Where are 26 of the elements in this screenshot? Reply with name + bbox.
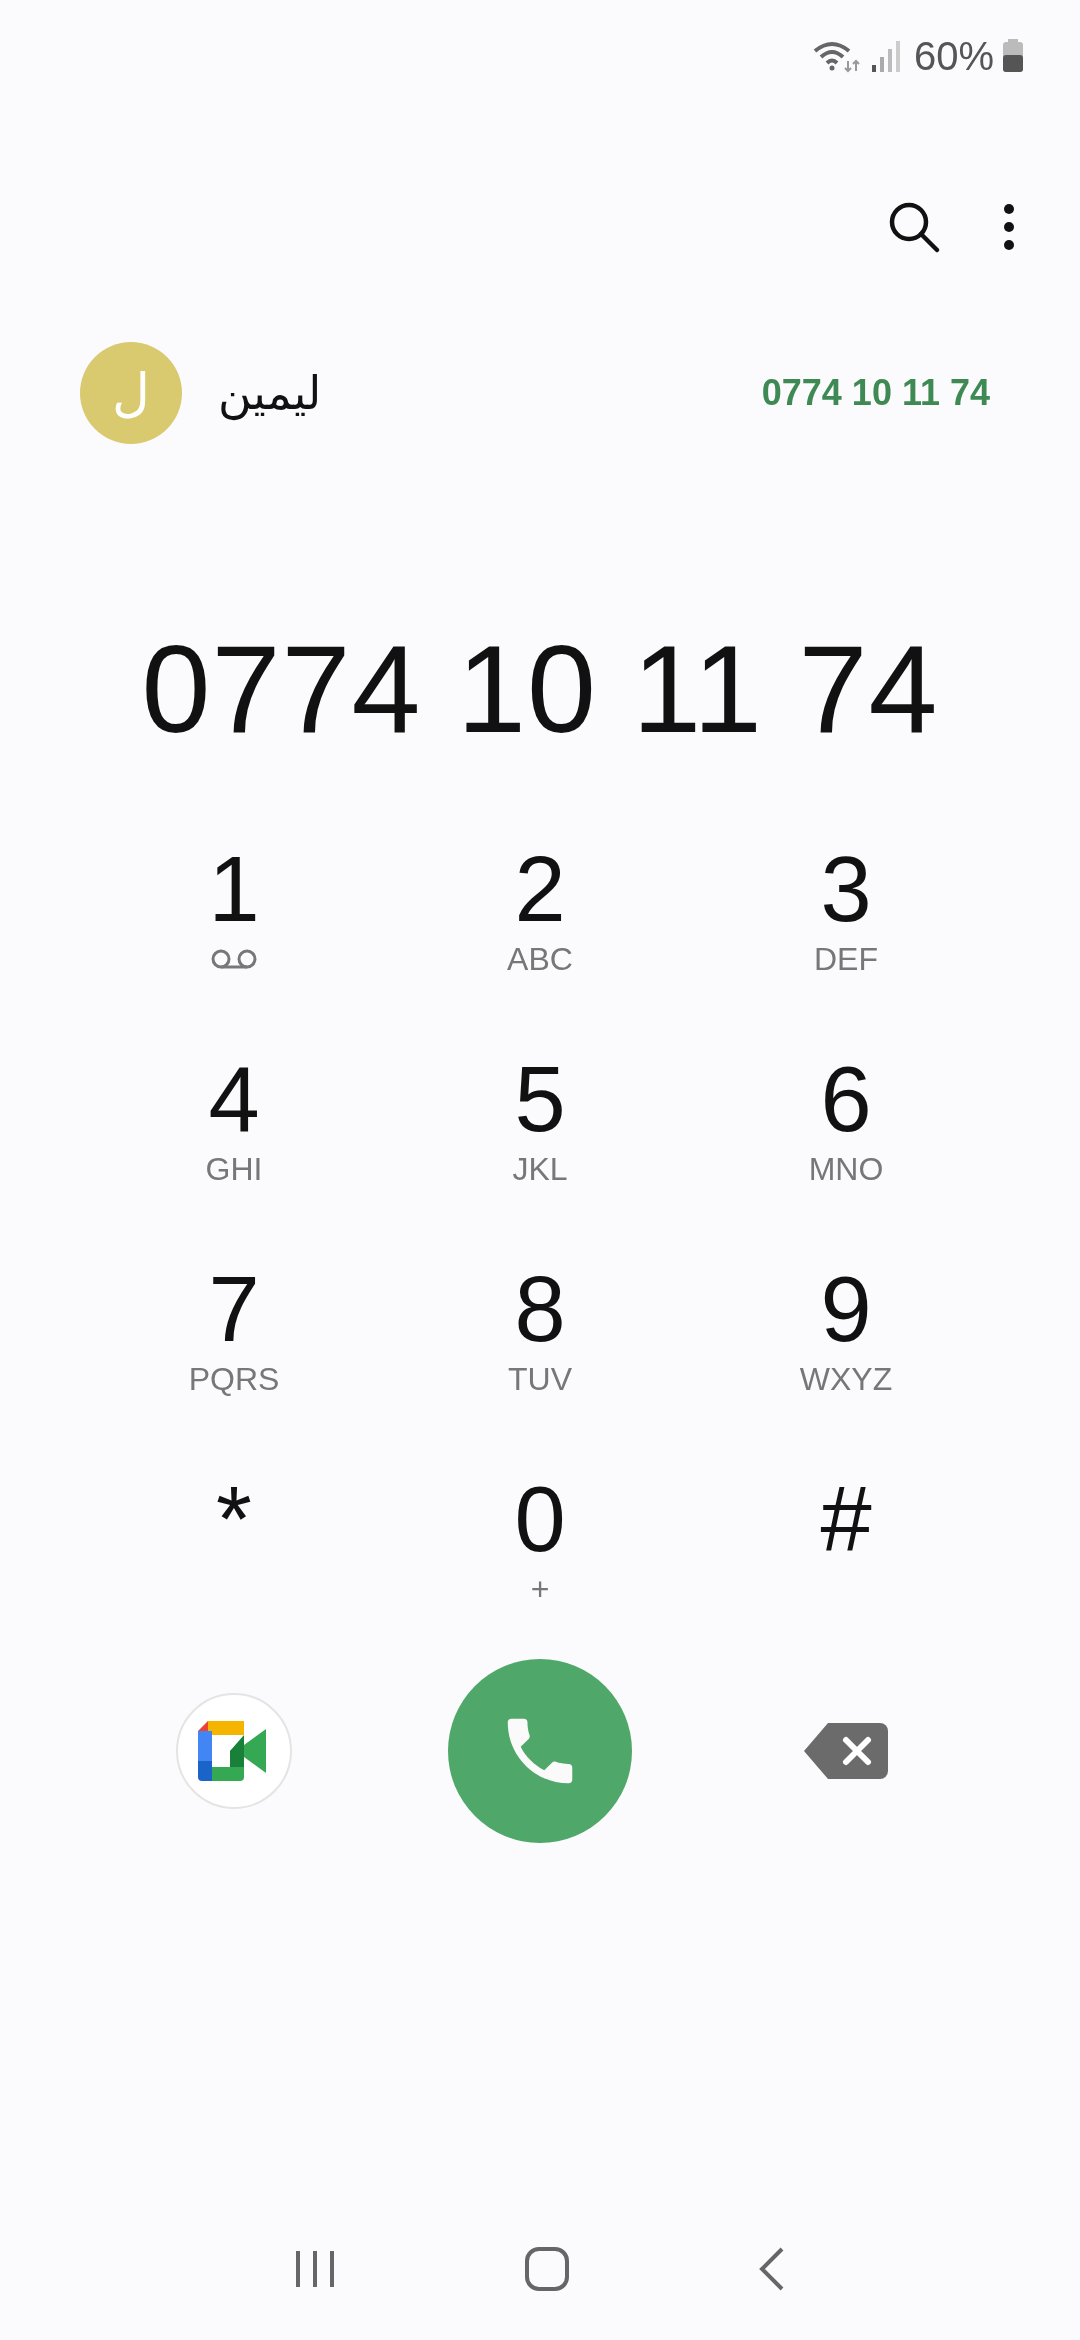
more-options-icon[interactable] (1002, 202, 1016, 252)
dial-key[interactable]: 4 GHI (81, 1049, 387, 1229)
dial-key[interactable]: 2 ABC (387, 839, 693, 1019)
dial-key[interactable]: 0 + (387, 1469, 693, 1649)
dial-key[interactable]: 5 JKL (387, 1049, 693, 1229)
dial-key[interactable]: 1 (81, 839, 387, 1019)
contact-number: 0774 10 11 74 (761, 372, 990, 414)
battery-icon (1002, 39, 1024, 73)
wifi-icon (811, 39, 862, 73)
dial-key[interactable]: 3 DEF (693, 839, 999, 1019)
dialed-number: 0774 10 11 74 (140, 619, 940, 759)
voicemail-icon (210, 948, 258, 970)
contact-name: ليمين (218, 366, 322, 420)
dial-key[interactable]: * (81, 1469, 387, 1649)
backspace-icon[interactable] (804, 1723, 888, 1779)
signal-icon (869, 39, 900, 73)
dial-key[interactable]: 6 MNO (693, 1049, 999, 1229)
recent-apps-icon[interactable] (294, 2249, 336, 2289)
home-icon[interactable] (524, 2246, 570, 2292)
dial-key[interactable]: 9 WXYZ (693, 1259, 999, 1439)
dial-key[interactable]: 8 TUV (387, 1259, 693, 1439)
dial-key[interactable]: 7 PQRS (81, 1259, 387, 1439)
contact-avatar: ل (80, 342, 182, 444)
battery-percentage: 60% (913, 33, 994, 79)
dial-key[interactable]: # (693, 1469, 999, 1649)
back-icon[interactable] (758, 2246, 786, 2292)
